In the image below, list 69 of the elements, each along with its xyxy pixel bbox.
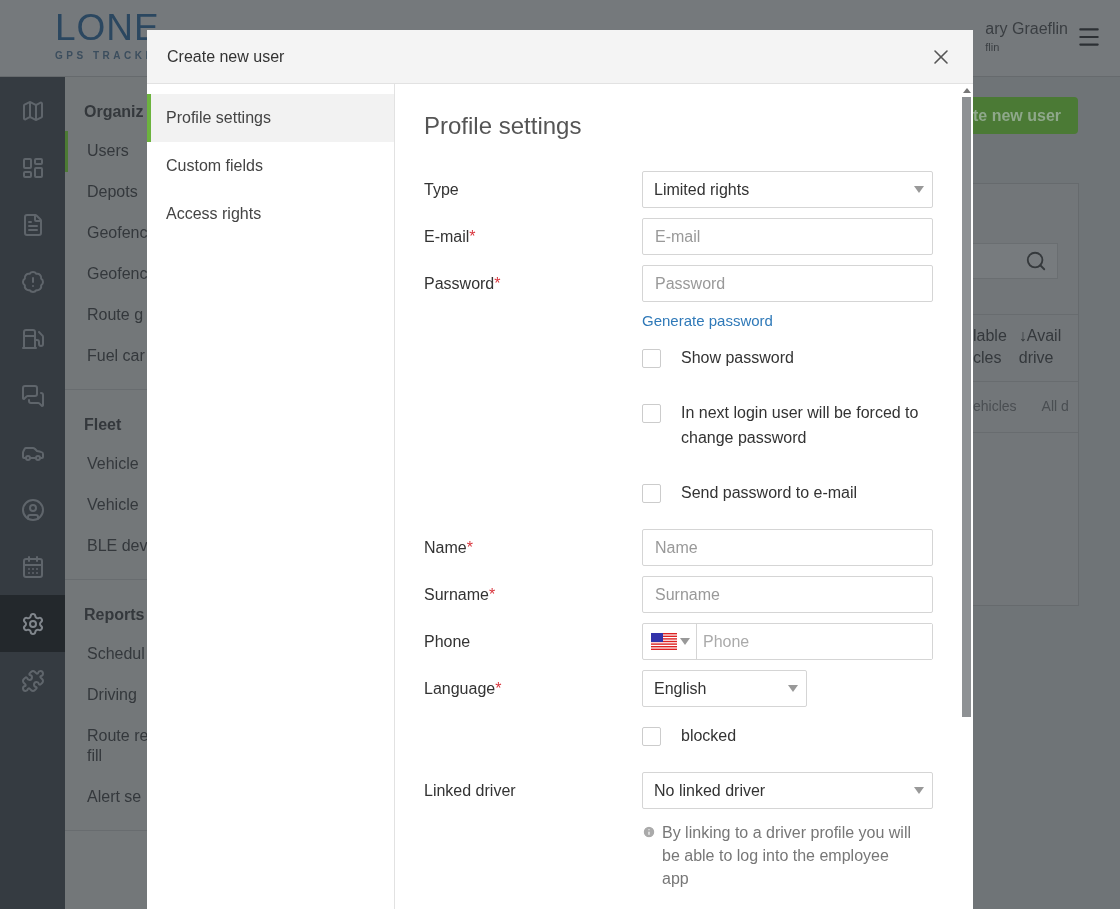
sidebar-icon-button[interactable] [0,595,65,652]
logo-text: LONE [55,10,160,46]
alert-badge-icon [20,269,45,294]
field-label: Language* [424,679,503,698]
checkbox-label: blocked [681,726,737,746]
nav-item[interactable]: Vehicle [65,444,147,485]
dialog-title: Create new user [167,47,285,66]
field-label: Password* [424,274,502,293]
checkbox[interactable] [642,349,661,368]
user-icon [20,497,45,522]
nav-item[interactable]: Route g [65,295,147,336]
nav-item[interactable]: Geofenc [65,254,147,295]
calendar-icon [20,554,45,579]
dropdown-select[interactable]: No linked driver [642,772,933,809]
section-heading: Profile settings [424,112,583,140]
text-input[interactable]: E-mail [642,218,933,255]
nav-item[interactable]: Fuel car [65,336,147,377]
field-label: Surname* [424,585,497,604]
checkbox-label: Show password [681,348,794,368]
scroll-up-arrow-icon[interactable] [962,88,971,93]
dropdown-select[interactable]: Limited rights [642,171,933,208]
map-icon [20,98,45,123]
field-label: Type [424,180,460,199]
us-flag-icon [651,632,677,651]
dropdown-caret-icon [680,638,690,645]
nav-item[interactable]: Geofenc [65,213,147,254]
settings-tab[interactable]: Profile settings [147,94,394,142]
user-name: ary Graeflin [985,20,1068,38]
nav-section-title: Fleet [83,415,123,435]
dropdown-caret-icon [914,787,924,794]
dropdown-select[interactable]: English [642,670,807,707]
puzzle-icon [20,668,45,693]
help-text: By linking to a driver profile you will be able to log into the employee app [662,823,912,889]
dropdown-caret-icon [914,186,924,193]
settings-icon [20,611,45,636]
search-icon [1025,250,1047,272]
nav-section-title: Reports [83,605,146,625]
fuel-pump-icon [20,326,45,351]
text-input[interactable]: Name [642,529,933,566]
checkbox-label: In next login user will be forced to change password [681,403,920,448]
field-label: Name* [424,538,474,557]
text-input[interactable]: Surname [642,576,933,613]
checkbox-label: Send password to e-mail [681,483,858,503]
field-label: E-mail* [424,227,477,246]
create-user-button[interactable]: te new user [973,97,1078,134]
checkbox[interactable] [642,404,661,423]
dropdown-caret-icon [788,685,798,692]
generate-password-link[interactable]: Generate password [642,312,773,329]
nav-section-title: Organiz [83,102,145,122]
info-icon [642,825,656,839]
checkbox[interactable] [642,727,661,746]
nav-item[interactable]: Alert se [65,777,147,818]
column-header[interactable]: lable cles [973,325,1007,369]
field-label: Linked driver [424,781,517,800]
nav-item[interactable]: Depots [65,172,147,213]
user-subtitle: flin [985,41,1001,53]
chat-icon [20,383,45,408]
checkbox[interactable] [642,484,661,503]
nav-item[interactable]: Vehicle [65,485,147,526]
nav-item[interactable]: Route re fill [65,716,147,777]
text-input[interactable]: Password [642,265,933,302]
phone-field[interactable]: Phone [642,623,933,660]
search-field[interactable] [973,243,1058,279]
nav-item[interactable]: Driving [65,675,147,716]
nav-item[interactable]: Schedul [65,634,147,675]
column-header[interactable]: ↓Avail drive [1018,325,1062,369]
field-label: Phone [424,632,472,651]
nav-item[interactable]: BLE dev [65,526,147,567]
dashboard-icon [20,155,45,180]
